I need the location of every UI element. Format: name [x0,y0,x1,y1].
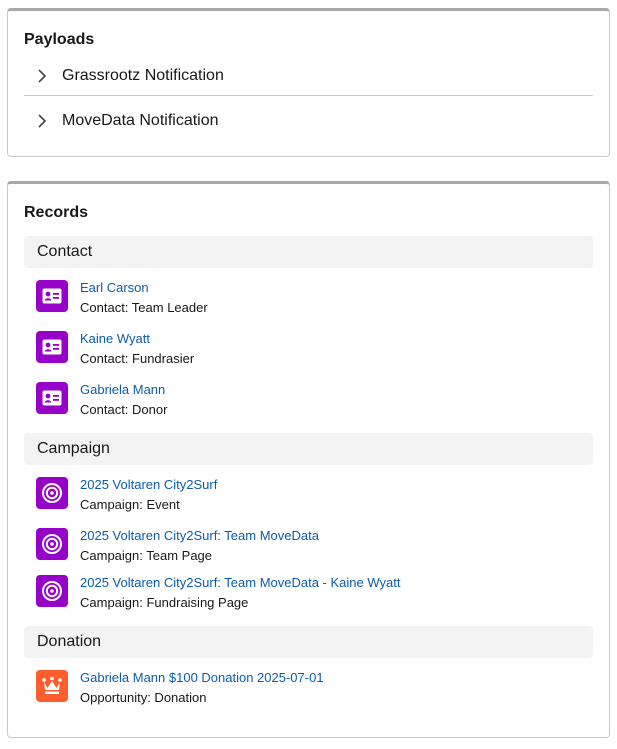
target-icon [36,528,68,560]
record-link-campaign-event[interactable]: 2025 Voltaren City2Surf [80,476,217,493]
record-item: Gabriela Mann $100 Donation 2025-07-01 O… [36,670,324,714]
section-header-donation: Donation [24,626,593,658]
record-type: Campaign: Event [80,497,180,512]
record-type: Contact: Team Leader [80,300,208,315]
record-link-campaign-fundraising-page[interactable]: 2025 Voltaren City2Surf: Team MoveData -… [80,574,400,591]
record-type: Opportunity: Donation [80,690,207,705]
record-link-gabriela-mann[interactable]: Gabriela Mann [80,381,167,398]
accordion-item-grassrootz-notification[interactable]: Grassrootz Notification [24,53,593,98]
divider [24,95,593,96]
record-link-kaine-wyatt[interactable]: Kaine Wyatt [80,330,194,347]
accordion-label: Grassrootz Notification [62,66,224,84]
record-item: Earl Carson Contact: Team Leader [36,280,208,324]
record-type: Campaign: Team Page [80,548,213,563]
target-icon [36,477,68,509]
contact-card-icon [36,382,68,414]
record-type: Campaign: Fundraising Page [80,595,249,610]
chevron-right-icon [37,68,59,83]
section-header-contact: Contact [24,236,593,268]
record-link-donation[interactable]: Gabriela Mann $100 Donation 2025-07-01 [80,669,324,686]
record-link-earl-carson[interactable]: Earl Carson [80,279,208,296]
record-item: 2025 Voltaren City2Surf: Team MoveData -… [36,575,400,619]
section-header-campaign: Campaign [24,433,593,465]
record-item: 2025 Voltaren City2Surf Campaign: Event [36,477,217,521]
record-item: Kaine Wyatt Contact: Fundrasier [36,331,194,375]
payloads-card: Payloads Grassrootz Notification MoveDat… [7,8,610,157]
record-item: Gabriela Mann Contact: Donor [36,382,167,426]
contact-card-icon [36,331,68,363]
records-title: Records [24,204,89,221]
record-type: Contact: Fundrasier [80,351,195,366]
records-card: Records Contact Earl Carson Contact: Tea… [7,181,610,738]
target-icon [36,575,68,607]
crown-icon [36,670,68,702]
accordion-label: MoveData Notification [62,111,219,129]
chevron-right-icon [37,113,59,128]
accordion-item-movedata-notification[interactable]: MoveData Notification [24,98,593,143]
payloads-title: Payloads [24,31,95,48]
record-type: Contact: Donor [80,402,168,417]
contact-card-icon [36,280,68,312]
record-item: 2025 Voltaren City2Surf: Team MoveData C… [36,528,319,572]
record-link-campaign-team-page[interactable]: 2025 Voltaren City2Surf: Team MoveData [80,527,319,544]
